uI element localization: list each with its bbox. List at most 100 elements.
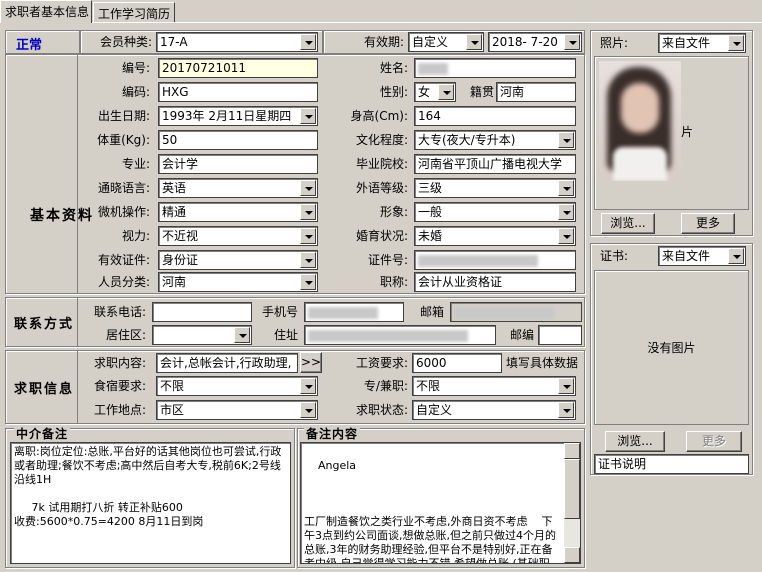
id-no-field[interactable] — [414, 250, 576, 270]
height-field[interactable]: 164 — [414, 106, 576, 126]
computer-label: 微机操作: — [97, 205, 150, 219]
language-select[interactable]: 英语 — [158, 178, 318, 198]
agent-notes-textarea[interactable]: 离职:岗位定位:总账,平台好的话其他岗位也可尝试,行政或者助理;餐饮不考虑;高中… — [10, 442, 291, 564]
id-type-select[interactable]: 身份证 — [158, 250, 318, 270]
cert-source-select[interactable]: 来自文件 — [658, 246, 746, 266]
appearance-select[interactable]: 一般 — [414, 202, 576, 222]
photo-browse-button[interactable]: 浏览... — [601, 213, 655, 234]
chevron-down-icon[interactable] — [558, 228, 574, 244]
native-field[interactable]: 河南 — [496, 82, 576, 102]
remarks-text: Angela 工厂制造餐饮之类行业不考虑,外商日资不考虑 下午3点到约公司面谈,… — [304, 459, 556, 564]
chevron-down-icon[interactable] — [234, 327, 250, 343]
chevron-down-icon[interactable] — [558, 180, 574, 196]
foreign-level-select[interactable]: 三级 — [414, 178, 576, 198]
chevron-down-icon[interactable] — [300, 228, 316, 244]
mail-field[interactable] — [450, 302, 582, 322]
chevron-down-icon[interactable] — [300, 34, 316, 50]
cert-browse-button[interactable]: 浏览... — [605, 431, 665, 452]
tab-baseline — [0, 22, 762, 23]
name-label: 姓名: — [379, 61, 408, 75]
validity-mode-select[interactable]: 自定义 — [408, 32, 484, 52]
status-text: 正常 — [16, 38, 43, 53]
education-select[interactable]: 大专(夜大/专升本) — [414, 130, 576, 150]
job-content-more-button[interactable]: >> — [300, 352, 322, 373]
chevron-down-icon[interactable] — [466, 34, 482, 50]
parttime-select[interactable]: 不限 — [412, 376, 576, 396]
cert-description-field[interactable]: 证书说明 — [594, 454, 749, 474]
divider — [77, 351, 78, 423]
address-label: 住址 — [273, 328, 298, 342]
title-label: 职称: — [379, 275, 408, 289]
postcode-field[interactable] — [538, 325, 582, 345]
chevron-down-icon[interactable] — [728, 35, 744, 51]
location-select[interactable]: 市区 — [156, 400, 318, 420]
scroll-thumb[interactable] — [564, 459, 580, 519]
chevron-down-icon[interactable] — [300, 108, 316, 124]
cert-no-image-text: 没有图片 — [647, 341, 696, 355]
code-field[interactable]: HXG — [158, 82, 318, 102]
major-field[interactable]: 会计学 — [158, 154, 318, 174]
chevron-down-icon[interactable] — [300, 180, 316, 196]
school-field[interactable]: 河南省平顶山广播电视大学 — [414, 154, 576, 174]
member-type-select[interactable]: 17-A — [156, 32, 318, 52]
marital-select[interactable]: 未婚 — [414, 226, 576, 246]
chevron-down-icon[interactable] — [564, 34, 580, 50]
major-label: 专业: — [121, 157, 150, 171]
birth-date-picker[interactable]: 1993年 2月11日星期四 — [158, 106, 318, 126]
mobile-field[interactable] — [304, 302, 404, 322]
computer-select[interactable]: 精通 — [158, 202, 318, 222]
remarks-scrollbar[interactable] — [564, 443, 580, 563]
remarks-textarea[interactable]: Angela 工厂制造餐饮之类行业不考虑,外商日资不考虑 下午3点到约公司面谈,… — [300, 442, 581, 564]
appearance-label: 形象: — [379, 205, 408, 219]
salary-hint: 填写具体数据 — [506, 356, 579, 370]
district-label: 居住区: — [105, 328, 146, 342]
weight-field[interactable]: 50 — [158, 130, 318, 150]
tab-work-study[interactable]: 工作学习简历 — [93, 2, 175, 22]
vision-select[interactable]: 不近视 — [158, 226, 318, 246]
chevron-down-icon[interactable] — [728, 248, 744, 264]
job-status-select[interactable]: 自定义 — [412, 400, 576, 420]
marital-label: 婚育状况: — [355, 229, 408, 243]
vision-label: 视力: — [121, 229, 150, 243]
salary-field[interactable]: 6000 — [412, 353, 502, 373]
chevron-down-icon[interactable] — [300, 252, 316, 268]
native-label: 籍贯 — [469, 85, 494, 99]
validity-date-picker[interactable]: 2018- 7-20 — [488, 32, 582, 52]
photo-caption: 片 — [681, 125, 694, 139]
chevron-down-icon[interactable] — [558, 402, 574, 418]
gender-label: 性别: — [379, 85, 408, 99]
photo-source-select[interactable]: 来自文件 — [658, 33, 746, 53]
birth-label: 出生日期: — [97, 109, 150, 123]
scroll-down-icon[interactable] — [564, 547, 580, 563]
chevron-down-icon[interactable] — [558, 204, 574, 220]
job-content-label: 求职内容: — [93, 356, 146, 370]
weight-label: 体重(Kg): — [97, 133, 150, 147]
chevron-down-icon[interactable] — [300, 204, 316, 220]
mail-label: 邮箱 — [419, 305, 444, 319]
cert-image-frame: 没有图片 — [594, 270, 749, 425]
chevron-down-icon[interactable] — [300, 402, 316, 418]
name-field[interactable] — [414, 58, 576, 78]
board-label: 食宿要求: — [93, 379, 146, 393]
remarks-title: 备注内容 — [304, 425, 361, 442]
chevron-down-icon[interactable] — [300, 274, 316, 290]
mobile-label: 手机号 — [261, 305, 298, 319]
phone-field[interactable] — [152, 302, 252, 322]
job-section-title: 求职信息 — [14, 382, 75, 397]
photo-more-button[interactable]: 更多 — [681, 213, 735, 234]
gender-select[interactable]: 女 — [414, 82, 456, 102]
chevron-down-icon[interactable] — [300, 378, 316, 394]
number-field[interactable]: 20170721011 — [158, 58, 318, 78]
scroll-up-icon[interactable] — [564, 443, 580, 459]
category-label: 人员分类: — [97, 275, 150, 289]
district-select[interactable] — [152, 325, 252, 345]
chevron-down-icon[interactable] — [558, 378, 574, 394]
chevron-down-icon[interactable] — [438, 84, 454, 100]
tab-basic-info[interactable]: 求职者基本信息 — [0, 0, 92, 23]
chevron-down-icon[interactable] — [558, 132, 574, 148]
address-field[interactable] — [304, 325, 496, 345]
job-content-field[interactable]: 会计,总帐会计,行政助理, — [156, 353, 298, 373]
category-select[interactable]: 河南 — [158, 272, 318, 292]
title-field[interactable]: 会计从业资格证 — [414, 272, 576, 292]
board-select[interactable]: 不限 — [156, 376, 318, 396]
